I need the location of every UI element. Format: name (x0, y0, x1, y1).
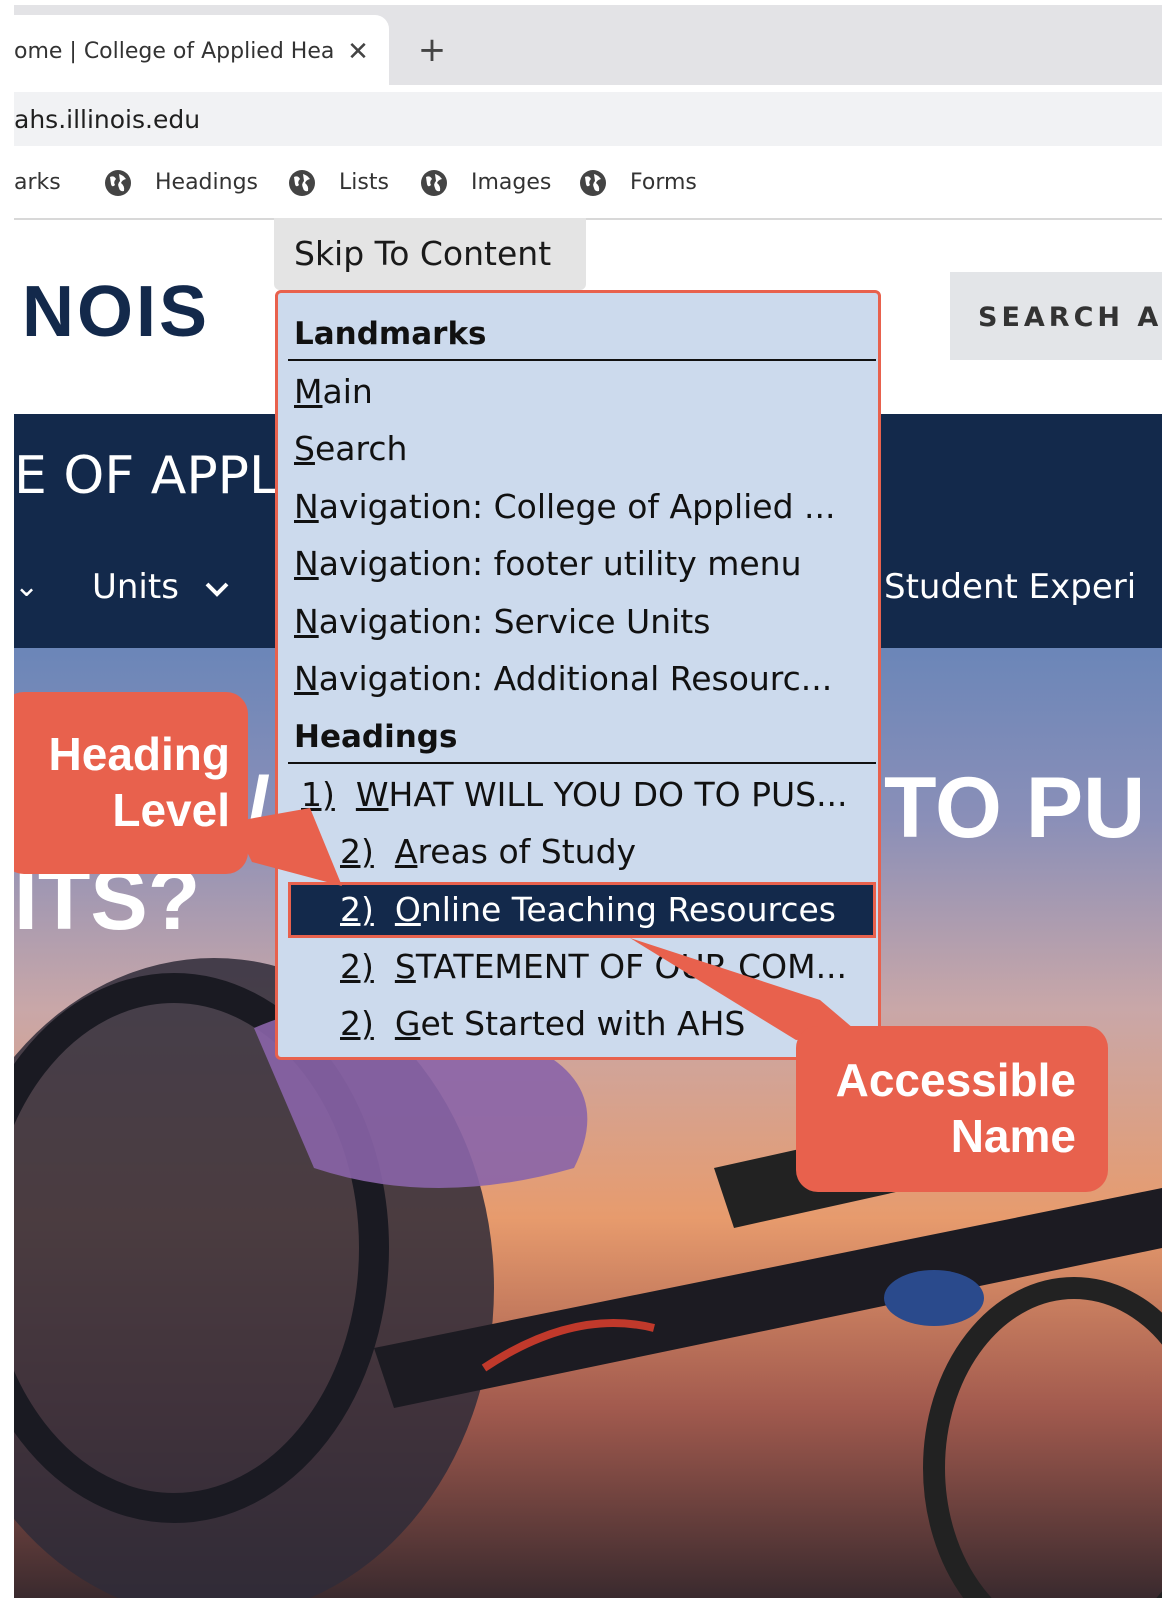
callout-line: Accessible (835, 1054, 1076, 1106)
accessible-name-callout-text: Accessible Name (810, 1052, 1076, 1164)
top-edge (0, 0, 1162, 5)
heading-level-arrow (232, 808, 342, 886)
callout-line: Heading (48, 728, 230, 780)
callout-line: Name (950, 1110, 1076, 1162)
callout-line: Level (112, 784, 230, 836)
heading-level-callout-text: Heading Level (10, 726, 230, 838)
accessible-name-arrow (630, 938, 860, 1040)
left-edge (0, 0, 14, 1598)
